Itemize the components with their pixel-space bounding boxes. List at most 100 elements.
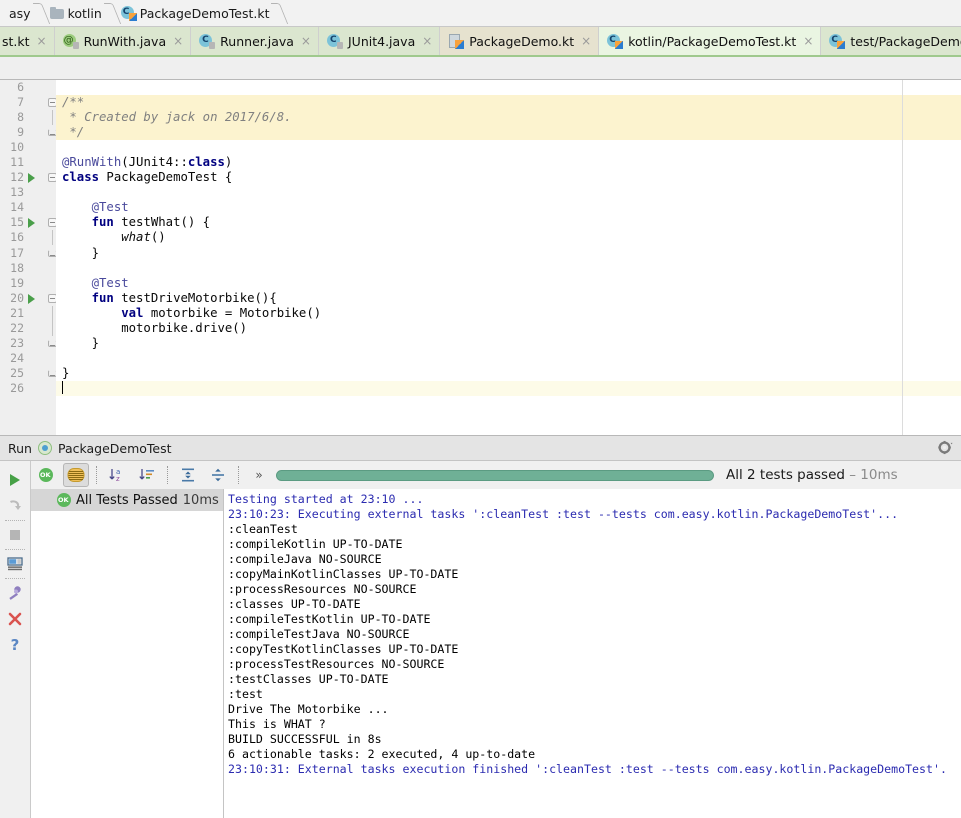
folder-icon (50, 7, 65, 20)
line-number: 17 (10, 246, 24, 261)
test-progress-bar (276, 470, 714, 481)
gutter-line[interactable]: 20 (0, 291, 56, 306)
gutter-line[interactable]: 13 (0, 185, 56, 200)
code-line[interactable] (56, 261, 961, 276)
editor-gutter[interactable]: 67891011121314151617181920212223242526 (0, 80, 56, 435)
editor-tab-runwith-java[interactable]: @ RunWith.java × (55, 27, 192, 55)
console-line: 23:10:23: Executing external tasks ':cle… (228, 507, 961, 522)
gutter-line[interactable]: 10 (0, 140, 56, 155)
gutter-line[interactable]: 14 (0, 200, 56, 215)
close-icon[interactable]: × (420, 35, 432, 47)
run-tool-window: Run PackageDemoTest (0, 435, 961, 818)
rerun-failed-tests-button[interactable] (2, 493, 28, 519)
gutter-line[interactable]: 25 (0, 366, 56, 381)
code-line[interactable]: motorbike.drive() (56, 321, 961, 336)
editor-tab-bar: st.kt × @ RunWith.java × C Runner.java ×… (0, 27, 961, 57)
collapse-all-button[interactable] (205, 463, 231, 487)
rerun-button[interactable] (2, 467, 28, 493)
editor-tab-runner-java[interactable]: C Runner.java × (191, 27, 319, 55)
line-number: 26 (10, 381, 24, 396)
gutter-line[interactable]: 26 (0, 381, 56, 396)
more-options-button[interactable]: » (246, 463, 272, 487)
code-line[interactable]: */ (56, 125, 961, 140)
test-tree-panel[interactable]: All Tests Passed 10ms (31, 489, 224, 818)
gutter-line[interactable]: 19 (0, 276, 56, 291)
code-line[interactable]: } (56, 336, 961, 351)
code-line[interactable] (56, 140, 961, 155)
show-passed-button[interactable] (33, 463, 59, 487)
console-line: :processResources NO-SOURCE (228, 582, 961, 597)
layout-settings-button[interactable] (2, 551, 28, 577)
close-icon[interactable]: × (171, 35, 183, 47)
pin-tab-button[interactable] (2, 580, 28, 606)
toolbar-divider (238, 466, 239, 484)
gutter-line[interactable]: 8 (0, 110, 56, 125)
code-line[interactable]: } (56, 246, 961, 261)
gutter-line[interactable]: 18 (0, 261, 56, 276)
console-line: 6 actionable tasks: 2 executed, 4 up-to-… (228, 747, 961, 762)
console-line: Drive The Motorbike ... (228, 702, 961, 717)
editor-tab-st-kt[interactable]: st.kt × (0, 27, 55, 55)
expand-all-button[interactable] (175, 463, 201, 487)
gutter-line[interactable]: 22 (0, 321, 56, 336)
gutter-line[interactable]: 9 (0, 125, 56, 140)
line-number: 25 (10, 366, 24, 381)
kotlin-file-icon (448, 33, 464, 49)
breadcrumb-item-file[interactable]: C PackageDemoTest.kt (119, 0, 274, 27)
gutter-line[interactable]: 6 (0, 80, 56, 95)
ide-window: asy kotlin C PackageDemoTest.kt st.kt × … (0, 0, 961, 818)
gutter-line[interactable]: 16 (0, 230, 56, 245)
code-line[interactable] (56, 80, 961, 95)
code-line[interactable]: val motorbike = Motorbike() (56, 306, 961, 321)
code-line[interactable]: fun testDriveMotorbike(){ (56, 291, 961, 306)
editor-tab-test-packagedemotest-kt[interactable]: C test/PackageDemoTest.kt × (821, 27, 961, 55)
editor-tab-kotlin-packagedemotest-kt[interactable]: C kotlin/PackageDemoTest.kt × (599, 27, 821, 55)
close-x-icon[interactable] (2, 606, 28, 632)
code-line[interactable] (56, 185, 961, 200)
close-icon[interactable]: × (299, 35, 311, 47)
collapse-all-icon (209, 467, 227, 483)
line-number: 13 (10, 185, 24, 200)
run-test-gutter-icon[interactable] (28, 294, 35, 304)
sort-by-duration-button[interactable] (134, 463, 160, 487)
breadcrumb-item-kotlin[interactable]: kotlin (48, 0, 106, 27)
gutter-line[interactable]: 21 (0, 306, 56, 321)
hide-passed-button[interactable] (63, 463, 89, 487)
code-line[interactable]: what() (56, 230, 961, 245)
gear-icon[interactable] (938, 440, 953, 455)
close-icon[interactable]: × (801, 35, 813, 47)
stop-button[interactable] (2, 522, 28, 548)
code-line[interactable]: @Test (56, 276, 961, 291)
code-line[interactable]: class PackageDemoTest { (56, 170, 961, 185)
code-line[interactable]: @Test (56, 200, 961, 215)
test-tree-root-row[interactable]: All Tests Passed 10ms (31, 489, 223, 511)
gutter-line[interactable]: 7 (0, 95, 56, 110)
close-icon[interactable]: × (579, 35, 591, 47)
run-test-gutter-icon[interactable] (28, 173, 35, 183)
code-line[interactable]: /** (56, 95, 961, 110)
code-line[interactable]: } (56, 366, 961, 381)
code-line[interactable] (56, 381, 961, 396)
code-line[interactable]: * Created by jack on 2017/6/8. (56, 110, 961, 125)
editor-tab-junit4-java[interactable]: C JUnit4.java × (319, 27, 440, 55)
gutter-line[interactable]: 15 (0, 215, 56, 230)
close-icon[interactable]: × (35, 35, 47, 47)
code-line[interactable]: fun testWhat() { (56, 215, 961, 230)
gutter-line[interactable]: 24 (0, 351, 56, 366)
editor-tab-packagedemo-kt[interactable]: PackageDemo.kt × (440, 27, 599, 55)
gutter-line[interactable]: 23 (0, 336, 56, 351)
line-number: 14 (10, 200, 24, 215)
code-editor[interactable]: 67891011121314151617181920212223242526 /… (0, 80, 961, 435)
console-output[interactable]: Testing started at 23:10 ...23:10:23: Ex… (224, 489, 961, 818)
gutter-line[interactable]: 17 (0, 246, 56, 261)
gutter-line[interactable]: 12 (0, 170, 56, 185)
code-line[interactable]: @RunWith(JUnit4::class) (56, 155, 961, 170)
breadcrumb-item-module[interactable]: asy (4, 0, 35, 27)
run-test-gutter-icon[interactable] (28, 218, 35, 228)
help-button[interactable]: ? (2, 632, 28, 658)
code-line[interactable] (56, 351, 961, 366)
line-number: 20 (10, 291, 24, 306)
editor-code-area[interactable]: /** * Created by jack on 2017/6/8. */ @R… (56, 80, 961, 435)
sort-alphabetically-button[interactable]: a z (104, 463, 130, 487)
gutter-line[interactable]: 11 (0, 155, 56, 170)
